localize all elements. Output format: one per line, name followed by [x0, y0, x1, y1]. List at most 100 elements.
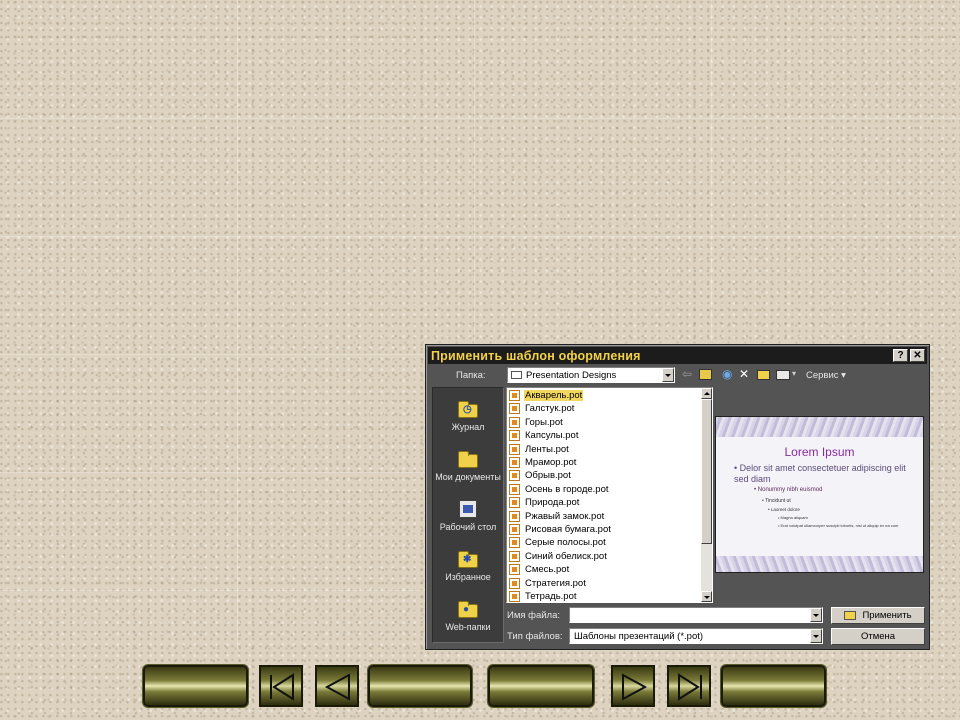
template-file-icon	[509, 497, 520, 509]
apply-icon	[844, 611, 857, 620]
file-name: Тетрадь.pot	[525, 591, 577, 602]
preview-band-top	[716, 417, 923, 437]
background-line	[0, 590, 425, 591]
preview-bullet-text: Delor sit amet consectetuer adipiscing e…	[734, 463, 906, 484]
template-file-icon	[509, 430, 520, 442]
places-bar: ◷ Журнал Мои документы Рабочий стол ✱ Из…	[432, 387, 504, 643]
template-file-icon	[509, 443, 520, 455]
up-folder-icon[interactable]	[699, 369, 712, 380]
scroll-up-icon[interactable]	[701, 388, 712, 399]
file-name: Стратегия.pot	[525, 577, 586, 589]
file-list-item[interactable]: Синий обелиск.pot	[509, 550, 608, 563]
file-list-scrollbar[interactable]	[701, 388, 712, 602]
filetype-dropdown-icon[interactable]	[810, 629, 822, 643]
template-file-icon	[509, 416, 520, 428]
service-label: Сервис	[806, 370, 839, 381]
file-list-item[interactable]: Смесь.pot	[509, 563, 570, 576]
template-file-icon	[509, 537, 520, 549]
nav-previous-slide-button[interactable]	[315, 665, 359, 707]
file-name: Смесь.pot	[525, 564, 570, 576]
file-list-item[interactable]: Мрамор.pot	[509, 456, 577, 469]
place-label: Избранное	[445, 572, 491, 582]
new-folder-icon[interactable]	[757, 370, 770, 380]
template-file-icon	[509, 483, 520, 495]
place-desktop[interactable]: Рабочий стол	[433, 498, 503, 532]
dialog-titlebar[interactable]: Применить шаблон оформления ? ✕	[428, 347, 927, 364]
nav-next-slide-button[interactable]	[611, 665, 655, 707]
folder-combo[interactable]: Presentation Designs	[507, 367, 675, 383]
preview-bullet-text: Nonummy nibh euismod	[757, 487, 823, 493]
first-slide-icon	[270, 673, 294, 701]
file-list-item[interactable]: Ленты.pot	[509, 443, 570, 456]
search-web-icon[interactable]: ◉	[722, 367, 732, 381]
template-file-icon	[509, 390, 520, 401]
background-line	[0, 118, 960, 119]
place-favorites[interactable]: ✱ Избранное	[433, 548, 503, 582]
template-file-icon	[509, 510, 520, 522]
file-list-item[interactable]: Осень в городе.pot	[509, 483, 610, 496]
folder-dropdown-icon[interactable]	[662, 368, 674, 382]
cancel-button-label: Отмена	[860, 631, 896, 642]
nav-button-1[interactable]	[143, 665, 248, 707]
place-label: Журнал	[451, 422, 485, 432]
file-list-item[interactable]: Горы.pot	[509, 416, 564, 429]
views-dropdown-icon[interactable]: ▾	[792, 367, 796, 381]
filename-field[interactable]	[569, 607, 823, 623]
place-my-documents[interactable]: Мои документы	[433, 448, 503, 482]
help-button[interactable]: ?	[893, 349, 908, 362]
folder-label: Папка:	[456, 370, 486, 381]
file-name: Синий обелиск.pot	[525, 550, 607, 562]
nav-button-2[interactable]	[368, 665, 472, 707]
nav-first-slide-button[interactable]	[259, 665, 303, 707]
scroll-down-icon[interactable]	[701, 591, 712, 602]
service-menu[interactable]: Сервис ▾	[806, 370, 846, 381]
template-file-icon	[509, 591, 520, 602]
filetype-label: Тип файлов:	[507, 631, 563, 642]
file-name: Осень в городе.pot	[525, 483, 609, 495]
filetype-value: Шаблоны презентаций (*.pot)	[574, 631, 704, 642]
apply-button[interactable]: Применить	[831, 607, 925, 624]
preview-bullet-text: Magna aliquam	[780, 515, 808, 520]
file-name: Акварель.pot	[524, 390, 584, 401]
history-icon: ◷	[456, 398, 480, 420]
template-file-icon	[509, 577, 520, 589]
delete-icon[interactable]: ✕	[739, 367, 749, 381]
file-list-item[interactable]: Серые полосы.pot	[509, 536, 607, 549]
file-list-item[interactable]: Акварель.pot	[509, 389, 584, 402]
place-history[interactable]: ◷ Журнал	[433, 398, 503, 432]
close-button[interactable]: ✕	[910, 349, 925, 362]
file-list-item[interactable]: Галстук.pot	[509, 402, 575, 415]
nav-last-slide-button[interactable]	[667, 665, 711, 707]
back-arrow-icon[interactable]: ⇦	[682, 367, 692, 381]
preview-title: Lorem Ipsum	[784, 445, 855, 459]
views-icon[interactable]	[776, 370, 790, 380]
preview-bullet-3: • Tincidunt ut	[762, 498, 791, 504]
scroll-thumb[interactable]	[701, 399, 712, 544]
preview-bullet-1: • Delor sit amet consectetuer adipiscing…	[734, 463, 906, 484]
file-list-item[interactable]: Стратегия.pot	[509, 577, 587, 590]
cancel-button[interactable]: Отмена	[831, 628, 925, 645]
file-name: Рисовая бумага.pot	[525, 524, 611, 535]
file-list-item[interactable]: Тетрадь.pot	[509, 590, 578, 602]
nav-button-3[interactable]	[488, 665, 594, 707]
file-list-item[interactable]: Ржавый замок.pot	[509, 510, 605, 523]
filename-dropdown-icon[interactable]	[810, 608, 822, 622]
file-name: Серые полосы.pot	[525, 537, 606, 549]
background-line	[0, 354, 425, 355]
preview-bullet-text: Tincidunt ut	[765, 498, 791, 504]
template-preview: Lorem Ipsum • Delor sit amet consectetue…	[715, 416, 924, 573]
filetype-select[interactable]: Шаблоны презентаций (*.pot)	[569, 628, 823, 644]
file-list-item[interactable]: Обрыв.pot	[509, 469, 572, 482]
dialog-title: Применить шаблон оформления	[431, 348, 641, 363]
file-list-item[interactable]: Рисовая бумага.pot	[509, 523, 612, 536]
favorites-icon: ✱	[456, 548, 480, 570]
place-label: Web-папки	[445, 622, 491, 632]
nav-button-4[interactable]	[721, 665, 826, 707]
preview-bullet-2: • Nonummy nibh euismod	[754, 487, 823, 493]
file-list[interactable]: Акварель.pot Галстук.pot Горы.pot Капсулы.p…	[506, 387, 713, 603]
desktop-icon	[456, 498, 480, 520]
place-web-folders[interactable]: ● Web-папки	[433, 598, 503, 632]
file-list-item[interactable]: Капсулы.pot	[509, 429, 579, 442]
file-list-item[interactable]: Природа.pot	[509, 496, 580, 509]
file-name: Мрамор.pot	[525, 457, 577, 468]
